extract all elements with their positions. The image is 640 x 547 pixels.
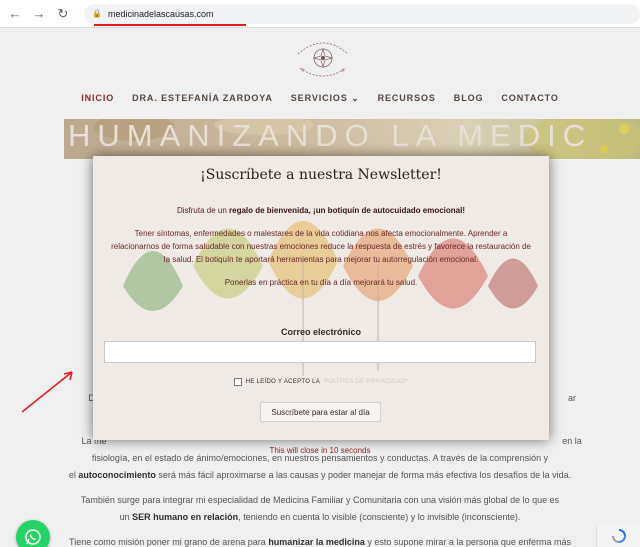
recaptcha-icon [596,525,640,547]
url-annotation-underline [94,23,246,26]
gift-bold: regalo de bienvenida, ¡un botiquín de au… [229,206,466,215]
subscribe-button[interactable]: Suscríbete para estar al día [260,402,381,422]
email-label: Correo electrónico [280,327,362,337]
recaptcha-glyph-icon [611,529,626,543]
modal-practice-text: Ponerlas en práctica en tu día a día mej… [224,278,418,287]
modal-desc-line-2: relacionarnos de forma saludable con nue… [111,242,531,251]
modal-description: Tener síntomas, enfermedades o malestare… [103,227,539,266]
consent-checkbox[interactable] [233,378,242,386]
email-field[interactable] [104,341,536,363]
arrow-left-icon[interactable]: ← [8,6,22,21]
modal-title: ¡Suscríbete a nuestra Newsletter! [200,167,442,183]
lock-icon: 🔒 [92,9,102,18]
auto-close-notice: This will close in 10 seconds [269,446,371,455]
url-text: medicinadelascausas.com [107,8,214,19]
whatsapp-glyph-icon [25,529,41,545]
arrow-right-icon[interactable]: → [32,6,46,21]
address-bar[interactable]: 🔒 medicinadelascausas.com [84,3,640,26]
modal-desc-line-1: Tener síntomas, enfermedades o malestare… [134,229,508,238]
consent-row: HE LEÍDO Y ACEPTO LA POLÍTICA DE PRIVACI… [93,378,549,386]
reload-icon[interactable]: ↻ [56,6,70,22]
modal-gift-text: Disfruta de un regalo de bienvenida, ¡un… [93,206,549,215]
whatsapp-icon[interactable] [16,520,50,547]
modal-desc-line-3: la salud. El botiquín te aportará herram… [163,255,479,264]
gift-prefix: Disfruta de un [176,206,229,215]
privacy-policy-link[interactable]: POLÍTICA DE PRIVACIDAD* [324,379,408,385]
newsletter-modal: ¡Suscríbete a nuestra Newsletter! Disfru… [93,156,549,440]
browser-toolbar: ← → ↻ 🔒 medicinadelascausas.com [0,0,640,28]
consent-label: HE LEÍDO Y ACEPTO LA [245,379,321,385]
page: ← → ↻ 🔒 medicinadelascausas.com INICIO D… [0,0,640,547]
